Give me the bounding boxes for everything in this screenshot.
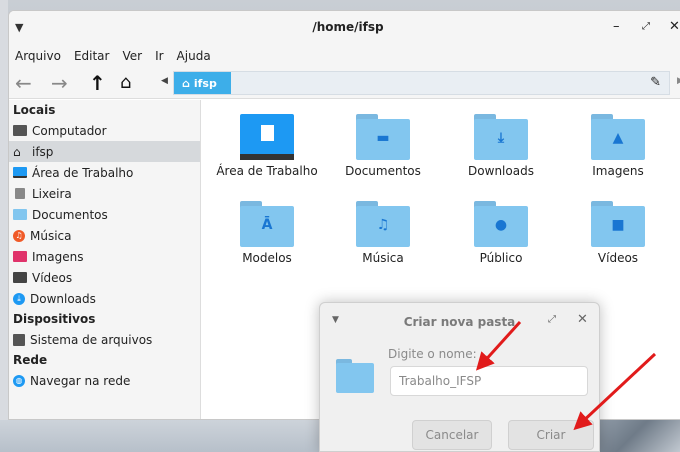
- create-button[interactable]: Criar: [508, 420, 594, 450]
- sidebar-item-label: ifsp: [32, 144, 54, 159]
- close-icon[interactable]: ✕: [577, 312, 588, 327]
- file-item-publico[interactable]: ● Público: [442, 201, 560, 265]
- file-label: Música: [362, 251, 404, 265]
- menu-bar: Arquivo Editar Ver Ir Ajuda: [9, 45, 680, 67]
- close-icon[interactable]: ✕: [669, 19, 680, 34]
- file-label: Documentos: [345, 164, 421, 178]
- network-icon: ◍: [13, 374, 25, 387]
- sidebar-item-label: Navegar na rede: [30, 373, 131, 388]
- file-item-area-de-trabalho[interactable]: Área de Trabalho: [208, 114, 326, 178]
- maximize-icon[interactable]: ⤢: [548, 314, 556, 325]
- sidebar-item-imagens[interactable]: Imagens: [9, 246, 200, 267]
- file-item-musica[interactable]: ♫ Música: [324, 201, 442, 265]
- title-bar: ▼ /home/ifsp – ⤢ ✕: [9, 11, 680, 45]
- documents-folder-icon: [13, 209, 27, 220]
- drive-icon: [13, 333, 25, 346]
- sidebar-item-computador[interactable]: Computador: [9, 120, 200, 141]
- file-label: Imagens: [592, 164, 644, 178]
- sidebar-item-label: Área de Trabalho: [32, 165, 134, 180]
- sidebar-section-dispositivos: Dispositivos: [13, 312, 96, 326]
- sidebar-item-label: Documentos: [32, 207, 108, 222]
- images-icon: [13, 251, 27, 262]
- downloads-folder-icon: ⤓: [474, 114, 528, 160]
- sidebar-item-area-de-trabalho[interactable]: Área de Trabalho: [9, 162, 200, 183]
- trash-icon: [15, 188, 25, 199]
- sidebar-item-label: Vídeos: [32, 270, 73, 285]
- file-label: Modelos: [242, 251, 292, 265]
- sidebar-item-label: Imagens: [32, 249, 84, 264]
- videos-icon: [13, 272, 27, 283]
- home-icon: ⌂: [13, 144, 21, 159]
- breadcrumb-home[interactable]: ⌂ ifsp: [174, 72, 231, 94]
- home-icon: ⌂: [182, 76, 190, 90]
- music-folder-icon: ♫: [356, 201, 410, 247]
- sidebar: Locais Computador ⌂ ifsp Área de Trabalh…: [9, 100, 201, 419]
- cancel-button[interactable]: Cancelar: [412, 420, 492, 450]
- sidebar-item-musica[interactable]: ♫ Música: [9, 225, 200, 246]
- computer-icon: [13, 125, 27, 136]
- sidebar-item-label: Computador: [32, 123, 107, 138]
- music-icon: ♫: [13, 229, 25, 242]
- menu-editar[interactable]: Editar: [74, 49, 110, 63]
- videos-folder-icon: ■: [591, 201, 645, 247]
- file-item-modelos[interactable]: Ā Modelos: [208, 201, 326, 265]
- sidebar-item-documentos[interactable]: Documentos: [9, 204, 200, 225]
- desktop-folder-icon: [240, 114, 294, 160]
- sidebar-item-downloads[interactable]: ⤓ Downloads: [9, 288, 200, 309]
- file-item-documentos[interactable]: ▬ Documentos: [324, 114, 442, 178]
- sidebar-item-label: Sistema de arquivos: [30, 332, 153, 347]
- file-item-imagens[interactable]: ▲ Imagens: [559, 114, 677, 178]
- menu-ir[interactable]: Ir: [155, 49, 163, 63]
- window-title: /home/ifsp: [312, 20, 384, 34]
- public-folder-icon: ●: [474, 201, 528, 247]
- downloads-icon: ⤓: [13, 292, 25, 305]
- file-label: Área de Trabalho: [216, 164, 318, 178]
- menu-ver[interactable]: Ver: [122, 49, 142, 63]
- new-folder-dialog: ▼ Criar nova pasta ⤢ ✕ Digite o nome: Ca…: [319, 302, 600, 452]
- breadcrumb-label: ifsp: [193, 76, 217, 90]
- menu-arquivo[interactable]: Arquivo: [15, 49, 61, 63]
- home-icon[interactable]: ⌂: [120, 72, 131, 93]
- toolbar: ← → ↑ ⌂ ◀ ⌂ ifsp ✎ ▶: [9, 67, 680, 99]
- sidebar-item-lixeira[interactable]: Lixeira: [9, 183, 200, 204]
- sidebar-item-sistema-de-arquivos[interactable]: Sistema de arquivos: [9, 329, 200, 350]
- maximize-icon[interactable]: ⤢: [642, 21, 650, 32]
- desktop-icon: [13, 167, 27, 178]
- file-item-downloads[interactable]: ⤓ Downloads: [442, 114, 560, 178]
- dialog-title: Criar nova pasta: [403, 315, 516, 329]
- file-label: Público: [479, 251, 523, 265]
- up-icon[interactable]: ↑: [89, 71, 106, 95]
- sidebar-item-label: Lixeira: [32, 186, 72, 201]
- file-label: Vídeos: [597, 251, 639, 265]
- forward-icon[interactable]: →: [51, 71, 68, 95]
- images-folder-icon: ▲: [591, 114, 645, 160]
- desktop-background: [0, 0, 8, 452]
- breadcrumb-scroll-left-icon[interactable]: ◀: [161, 76, 168, 86]
- minimize-icon[interactable]: –: [613, 19, 620, 34]
- sidebar-section-rede: Rede: [13, 353, 48, 367]
- sidebar-item-ifsp[interactable]: ⌂ ifsp: [9, 141, 200, 162]
- documents-folder-icon: ▬: [356, 114, 410, 160]
- templates-folder-icon: Ā: [240, 201, 294, 247]
- path-bar[interactable]: ⌂ ifsp ✎: [173, 71, 670, 95]
- sidebar-item-navegar-na-rede[interactable]: ◍ Navegar na rede: [9, 370, 200, 391]
- file-item-videos[interactable]: ■ Vídeos: [559, 201, 677, 265]
- edit-path-icon[interactable]: ✎: [650, 75, 661, 90]
- sidebar-item-videos[interactable]: Vídeos: [9, 267, 200, 288]
- sidebar-item-label: Downloads: [30, 291, 96, 306]
- folder-name-label: Digite o nome:: [388, 347, 477, 361]
- sidebar-item-label: Música: [30, 228, 72, 243]
- back-icon[interactable]: ←: [15, 71, 32, 95]
- file-label: Downloads: [468, 164, 534, 178]
- sidebar-section-locais: Locais: [13, 103, 56, 117]
- menu-ajuda[interactable]: Ajuda: [177, 49, 211, 63]
- folder-name-input[interactable]: [390, 366, 588, 396]
- folder-icon: [336, 359, 374, 393]
